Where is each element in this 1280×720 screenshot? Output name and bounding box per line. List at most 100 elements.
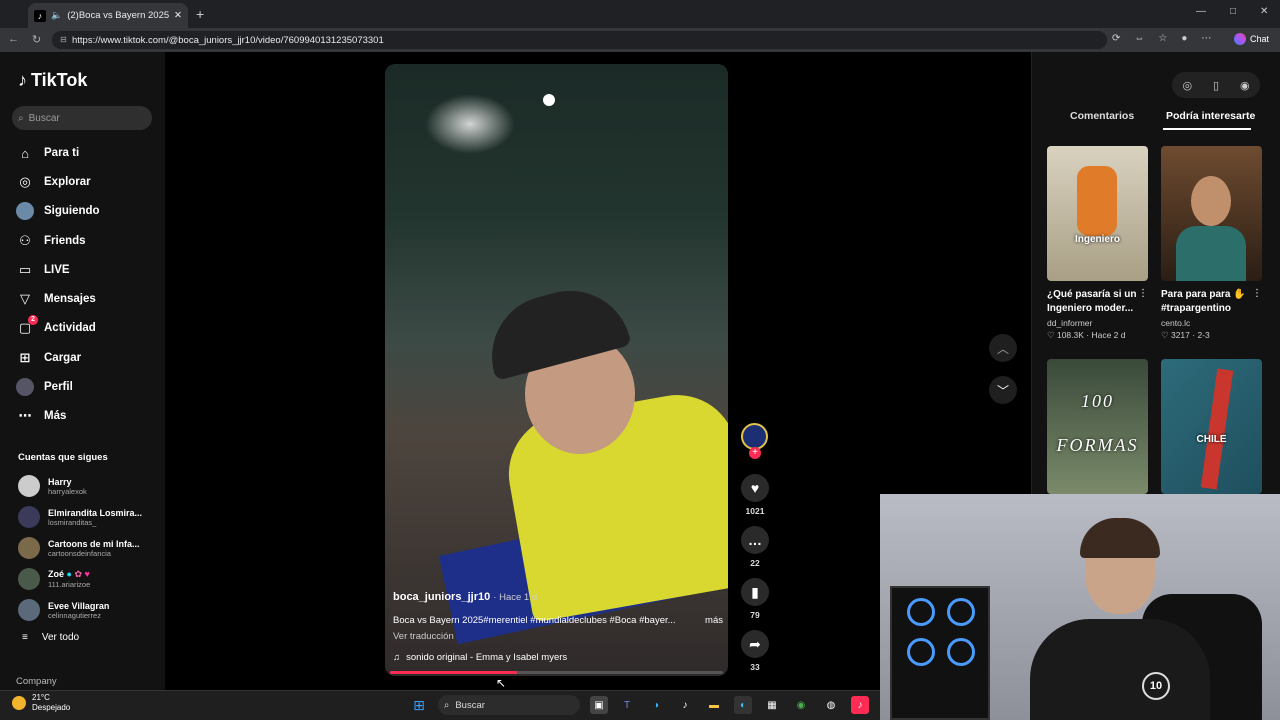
nav-cargar[interactable]: ⊞ Cargar <box>16 345 156 371</box>
edge-icon[interactable]: ◐ <box>734 696 752 714</box>
windows-start-icon[interactable]: ⊞ <box>410 696 428 714</box>
jersey-number: 10 <box>1142 672 1170 700</box>
nav-siguiendo[interactable]: Siguiendo <box>16 198 156 224</box>
video-thumbnail <box>1161 146 1262 281</box>
reload-icon[interactable]: ↻ <box>32 33 41 46</box>
verified-icon: ● <box>66 569 72 579</box>
tiktok-app-icon[interactable]: ♪ <box>676 696 694 714</box>
split-screen-icon[interactable]: ⇔ <box>1134 33 1144 44</box>
home-icon: ⌂ <box>21 145 29 161</box>
copilot-icon[interactable] <box>1234 33 1246 45</box>
nav-friends[interactable]: ⚇ Friends <box>16 228 156 254</box>
nav-actividad[interactable]: ▢ 2 Actividad <box>16 315 156 341</box>
file-explorer-icon[interactable]: ▬ <box>705 696 723 714</box>
video-player[interactable] <box>385 64 728 676</box>
suggested-video-card[interactable]: Para para para ✋ #trapargentino cento.lc… <box>1161 146 1262 341</box>
search-input[interactable]: ⌕ Buscar <box>12 106 152 130</box>
video-author[interactable]: boca_juniors_jjr10 · Hace 1 d <box>393 591 537 603</box>
see-all-link[interactable]: ≡ Ver todo <box>22 632 79 643</box>
site-info-icon[interactable]: ⊟ <box>60 35 67 44</box>
back-icon[interactable]: ← <box>8 33 19 45</box>
weather-widget[interactable]: 21°C Despejado <box>12 693 70 713</box>
avatar <box>18 599 40 621</box>
tab-podria-interesarte[interactable]: Podría interesarte <box>1166 110 1255 122</box>
minimize-icon[interactable]: — <box>1196 6 1206 17</box>
favorites-icon[interactable]: ☆ <box>1158 33 1167 44</box>
video-progress-bar[interactable] <box>390 671 723 674</box>
tab-comentarios[interactable]: Comentarios <box>1070 110 1134 122</box>
account-name: Harry <box>48 476 72 487</box>
creator-avatar[interactable] <box>741 423 768 450</box>
suggested-video-card[interactable]: 100 FORMAS <box>1047 359 1148 494</box>
nav-mas[interactable]: ⋯ Más <box>16 403 156 429</box>
card-author: cento.lc <box>1161 318 1191 328</box>
caption-more-link[interactable]: más <box>705 615 723 626</box>
chrome-icon[interactable]: ◉ <box>792 696 810 714</box>
compass-icon: ◎ <box>19 174 31 189</box>
speaker-icon[interactable]: 🔈 <box>51 10 62 21</box>
avatar-icon[interactable]: ◉ <box>1240 79 1250 92</box>
account-item[interactable]: Harry harryalexok <box>18 472 158 500</box>
menu-dots-icon[interactable]: ⋯ <box>1201 33 1211 44</box>
nav-label: Más <box>44 410 67 422</box>
like-button[interactable]: ♥ 1021 <box>739 474 771 516</box>
comment-button[interactable]: … 22 <box>739 526 771 568</box>
taskbar-search[interactable]: ⌕ Buscar <box>438 695 580 715</box>
share-button[interactable]: ➦ 33 <box>739 630 771 672</box>
url-field[interactable]: https://www.tiktok.com/@boca_juniors_jjr… <box>52 31 1107 49</box>
tiktok-taskbar-icon[interactable]: ♪ <box>851 696 869 714</box>
nav-explorar[interactable]: ◎ Explorar <box>16 169 156 195</box>
store-icon[interactable]: ▦ <box>763 696 781 714</box>
browser-tab-strip <box>0 0 1280 28</box>
account-item[interactable]: Zoé ● ✿ ♥ 111.ariarizoe <box>18 565 158 593</box>
tiktok-logo[interactable]: ♪ TikTok <box>18 70 87 91</box>
translate-link[interactable]: Ver traducción <box>393 631 454 642</box>
company-link[interactable]: Company <box>16 676 57 687</box>
device-icon[interactable]: ▯ <box>1213 79 1219 92</box>
chat-label[interactable]: Chat <box>1250 34 1269 44</box>
nav-perfil[interactable]: Perfil <box>16 374 156 400</box>
nav-live[interactable]: ▭ LIVE <box>16 257 156 283</box>
browser-tab[interactable]: ♪ 🔈 (2)Boca vs Bayern 2025#mere ✕ <box>28 3 188 28</box>
suggested-video-card[interactable]: Ingeniero ¿Qué pasaría si un Ingeniero m… <box>1047 146 1148 341</box>
next-video-button[interactable]: ﹀ <box>989 376 1017 404</box>
nav-para-ti[interactable]: ⌂ Para ti <box>16 140 156 166</box>
account-item[interactable]: Evee Villagran celinnagutierrez <box>18 596 158 624</box>
teams-icon[interactable]: T <box>618 696 636 714</box>
save-button[interactable]: ▮ 79 <box>739 578 771 620</box>
live-icon: ▭ <box>18 262 32 277</box>
close-tab-icon[interactable]: ✕ <box>174 10 182 21</box>
steam-icon[interactable]: ◍ <box>822 696 840 714</box>
see-all-label: Ver todo <box>41 632 80 643</box>
coin-icon[interactable]: ◎ <box>1182 79 1192 92</box>
card-menu-icon[interactable]: ⋮ <box>1138 288 1148 299</box>
video-sound[interactable]: ♫ sonido original - Emma y Isabel myers <box>393 652 567 663</box>
nav-mensajes[interactable]: ▽ Mensajes <box>16 286 156 312</box>
account-handle: cartoonsdeinfancia <box>48 548 111 558</box>
account-name: Elmirandita Losmira... <box>48 507 143 518</box>
gaming-pc <box>890 586 990 720</box>
activity-badge: 2 <box>28 315 38 325</box>
extensions-icon[interactable]: ⟳ <box>1112 33 1120 44</box>
profile-avatar-icon[interactable]: ● <box>1181 33 1187 44</box>
account-item[interactable]: Cartoons de mi Infa... cartoonsdeinfancia <box>18 534 158 562</box>
nav-label: Para ti <box>44 147 80 159</box>
suggested-video-card[interactable]: CHILE <box>1161 359 1262 494</box>
account-item[interactable]: Elmirandita Losmira... losmiranditas_ <box>18 503 158 531</box>
new-tab-button[interactable]: + <box>196 6 204 22</box>
previous-video-button[interactable]: ︿ <box>989 334 1017 362</box>
save-count: 79 <box>750 610 760 620</box>
maximize-icon[interactable]: □ <box>1230 6 1236 17</box>
card-menu-icon[interactable]: ⋮ <box>1252 288 1262 299</box>
follow-plus-button[interactable]: + <box>749 447 761 459</box>
video-username[interactable]: boca_juniors_jjr10 <box>393 591 490 603</box>
task-view-icon[interactable]: ▣ <box>590 696 608 714</box>
like-count: 1021 <box>745 506 765 516</box>
caption-text: Boca vs Bayern 2025#merentiel #mundialde… <box>393 615 676 626</box>
copilot-app-icon[interactable]: ◑ <box>647 696 665 714</box>
video-posted-time: · Hace 1 d <box>493 592 538 603</box>
close-window-icon[interactable]: ✕ <box>1260 6 1268 17</box>
video-progress-fill <box>390 671 517 674</box>
nav-label: Friends <box>44 235 86 247</box>
weather-moon-icon <box>12 696 26 710</box>
